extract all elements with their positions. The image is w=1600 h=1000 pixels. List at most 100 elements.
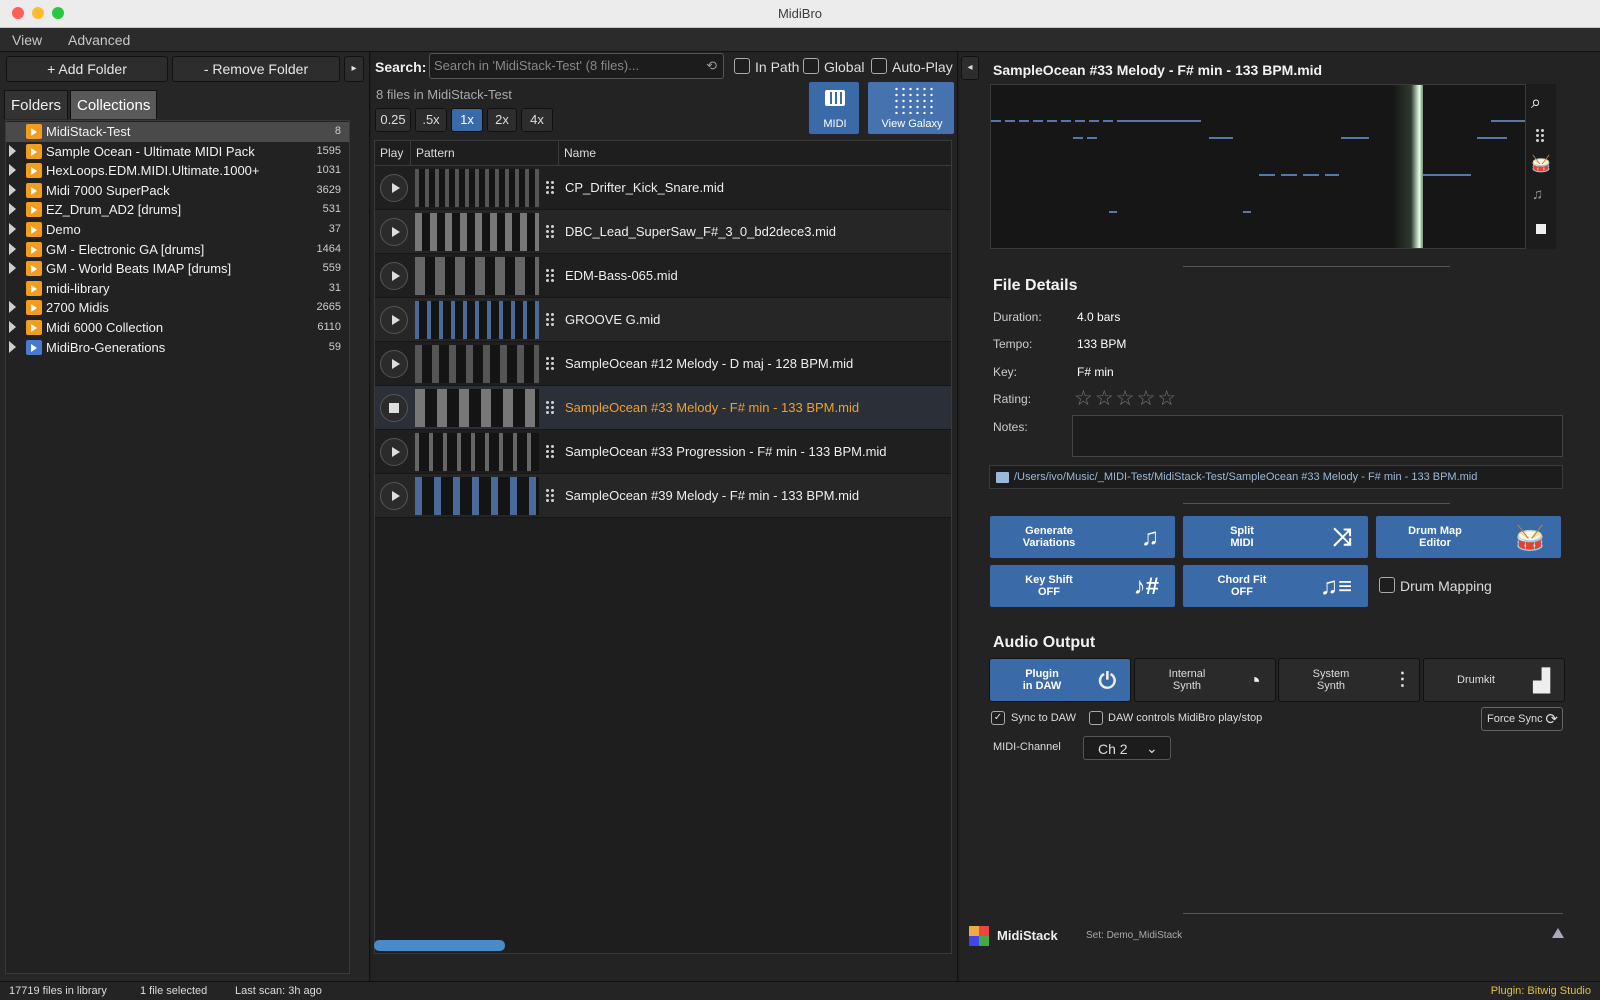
menu-view[interactable]: View <box>12 32 42 48</box>
drag-handle-icon[interactable] <box>545 488 555 504</box>
drum-map-editor-button[interactable]: Drum Map Editor 🥁 <box>1375 515 1562 559</box>
table-row[interactable]: SampleOcean #33 Progression - F# min - 1… <box>375 430 951 474</box>
expand-arrow-icon[interactable] <box>9 242 16 255</box>
midi-channel-select[interactable]: Ch 2 ⌄ <box>1083 736 1171 760</box>
rating-stars[interactable]: ☆☆☆☆☆ <box>1074 386 1178 411</box>
split-midi-button[interactable]: Split MIDI ⤨ <box>1182 515 1369 559</box>
splitter[interactable] <box>1183 913 1563 914</box>
force-sync-label: Force Sync <box>1487 713 1543 725</box>
table-row[interactable]: SampleOcean #33 Melody - F# min - 133 BP… <box>375 386 951 430</box>
splitter[interactable] <box>1183 266 1450 267</box>
tree-item[interactable]: GM - Electronic GA [drums] 1464 <box>6 240 349 260</box>
drag-handle-icon[interactable] <box>545 400 555 416</box>
table-row[interactable]: DBC_Lead_SuperSaw_F#_3_0_bd2dece3.mid <box>375 210 951 254</box>
expand-arrow-icon[interactable] <box>9 183 16 196</box>
splitter[interactable] <box>1183 503 1450 504</box>
speed-4x-button[interactable]: 4x <box>521 108 553 132</box>
view-galaxy-button[interactable]: View Galaxy <box>867 81 955 135</box>
table-row[interactable]: GROOVE G.mid <box>375 298 951 342</box>
search-input[interactable]: Search in 'MidiStack-Test' (8 files)... … <box>429 53 724 79</box>
speed-2x-button[interactable]: 2x <box>487 108 517 132</box>
force-sync-button[interactable]: Force Sync ⟳ <box>1481 707 1563 731</box>
column-pattern[interactable]: Pattern <box>411 141 559 165</box>
drag-handle-icon[interactable] <box>545 356 555 372</box>
menu-advanced[interactable]: Advanced <box>68 32 130 48</box>
tree-item[interactable]: MidiStack-Test 8 <box>6 122 349 142</box>
global-checkbox[interactable] <box>803 58 819 74</box>
drag-handle-icon[interactable] <box>545 268 555 284</box>
expand-arrow-icon[interactable] <box>9 223 16 235</box>
expand-arrow-icon[interactable] <box>9 203 16 216</box>
drag-handle-icon[interactable] <box>545 224 555 240</box>
plugin-in-daw-button[interactable]: Plugin in DAW ⏻ <box>989 658 1131 702</box>
daw-controls-checkbox[interactable] <box>1089 711 1103 725</box>
history-icon[interactable]: ⟲ <box>706 58 717 74</box>
tab-folders[interactable]: Folders <box>4 90 69 119</box>
speed-0.5x-button[interactable]: .5x <box>415 108 447 132</box>
file-path-bar[interactable]: /Users/ivo/Music/_MIDI-Test/MidiStack-Te… <box>989 465 1563 489</box>
stop-button[interactable] <box>380 394 408 422</box>
play-button[interactable] <box>380 174 408 202</box>
drag-handle-icon[interactable] <box>545 180 555 196</box>
drag-icon[interactable] <box>1535 128 1545 143</box>
tree-item[interactable]: GM - World Beats IMAP [drums] 559 <box>6 259 349 279</box>
folder-icon <box>26 163 42 179</box>
tree-item[interactable]: Sample Ocean - Ultimate MIDI Pack 1595 <box>6 142 349 162</box>
system-synth-button[interactable]: System Synth ⫶ <box>1278 658 1420 702</box>
drumkit-button[interactable]: Drumkit ▟ <box>1423 658 1565 702</box>
tab-collections[interactable]: Collections <box>70 90 158 119</box>
column-play[interactable]: Play <box>375 141 411 165</box>
internal-synth-button[interactable]: Internal Synth ◔ <box>1134 658 1276 702</box>
drag-handle-icon[interactable] <box>545 312 555 328</box>
expand-panel-button[interactable]: ◂ <box>961 56 979 80</box>
column-name[interactable]: Name <box>559 141 951 165</box>
tree-item[interactable]: Midi 6000 Collection 6110 <box>6 318 349 338</box>
notes-textarea[interactable] <box>1072 415 1563 457</box>
speed-0.25-button[interactable]: 0.25 <box>375 108 411 132</box>
tree-item[interactable]: Demo 37 <box>6 220 349 240</box>
refresh-icon: ⟳ <box>1545 711 1558 728</box>
play-button[interactable] <box>380 438 408 466</box>
table-row[interactable]: SampleOcean #39 Melody - F# min - 133 BP… <box>375 474 951 518</box>
stop-icon[interactable] <box>1536 224 1546 234</box>
collapse-panel-button[interactable]: ▸ <box>344 56 364 82</box>
table-row[interactable]: SampleOcean #12 Melody - D maj - 128 BPM… <box>375 342 951 386</box>
play-button[interactable] <box>380 482 408 510</box>
expand-arrow-icon[interactable] <box>9 301 16 314</box>
tree-item[interactable]: Midi 7000 SuperPack 3629 <box>6 181 349 201</box>
tree-item[interactable]: HexLoops.EDM.MIDI.Ultimate.1000+ 1031 <box>6 161 349 181</box>
chord-fit-button[interactable]: Chord Fit OFF ♫≡ <box>1182 564 1369 608</box>
play-button[interactable] <box>380 306 408 334</box>
notes-list-icon[interactable]: ♫ <box>1532 186 1543 203</box>
sync-to-daw-checkbox[interactable]: ✓ <box>991 711 1005 725</box>
drag-handle-icon[interactable] <box>545 444 555 460</box>
tree-item[interactable]: MidiBro-Generations 59 <box>6 338 349 358</box>
table-row[interactable]: CP_Drifter_Kick_Snare.mid <box>375 166 951 210</box>
piano-roll-preview[interactable] <box>990 84 1526 249</box>
expand-arrow-icon[interactable] <box>9 262 16 275</box>
add-folder-button[interactable]: + Add Folder <box>6 56 168 82</box>
play-button[interactable] <box>380 262 408 290</box>
midi-view-button[interactable]: MIDI <box>808 81 860 135</box>
generate-variations-button[interactable]: Generate Variations ♫ <box>989 515 1176 559</box>
tree-item[interactable]: EZ_Drum_AD2 [drums] 531 <box>6 200 349 220</box>
remove-folder-button[interactable]: - Remove Folder <box>172 56 340 82</box>
expand-up-icon[interactable] <box>1552 928 1564 938</box>
search-icon[interactable]: ⌕ <box>1531 92 1541 113</box>
table-row[interactable]: EDM-Bass-065.mid <box>375 254 951 298</box>
speed-1x-button[interactable]: 1x <box>451 108 483 132</box>
tree-item[interactable]: midi-library 31 <box>6 279 349 299</box>
expand-arrow-icon[interactable] <box>9 340 16 353</box>
in-path-checkbox[interactable] <box>734 58 750 74</box>
expand-arrow-icon[interactable] <box>9 321 16 333</box>
expand-arrow-icon[interactable] <box>9 164 16 177</box>
drum-mapping-checkbox[interactable] <box>1379 577 1395 593</box>
play-button[interactable] <box>380 350 408 378</box>
play-button[interactable] <box>380 218 408 246</box>
key-shift-button[interactable]: Key Shift OFF ♪# <box>989 564 1176 608</box>
auto-play-checkbox[interactable] <box>871 58 887 74</box>
horizontal-scrollbar[interactable] <box>374 940 505 951</box>
expand-arrow-icon[interactable] <box>9 144 16 157</box>
tree-item[interactable]: 2700 Midis 2665 <box>6 298 349 318</box>
drum-icon[interactable]: 🥁 <box>1531 154 1551 174</box>
